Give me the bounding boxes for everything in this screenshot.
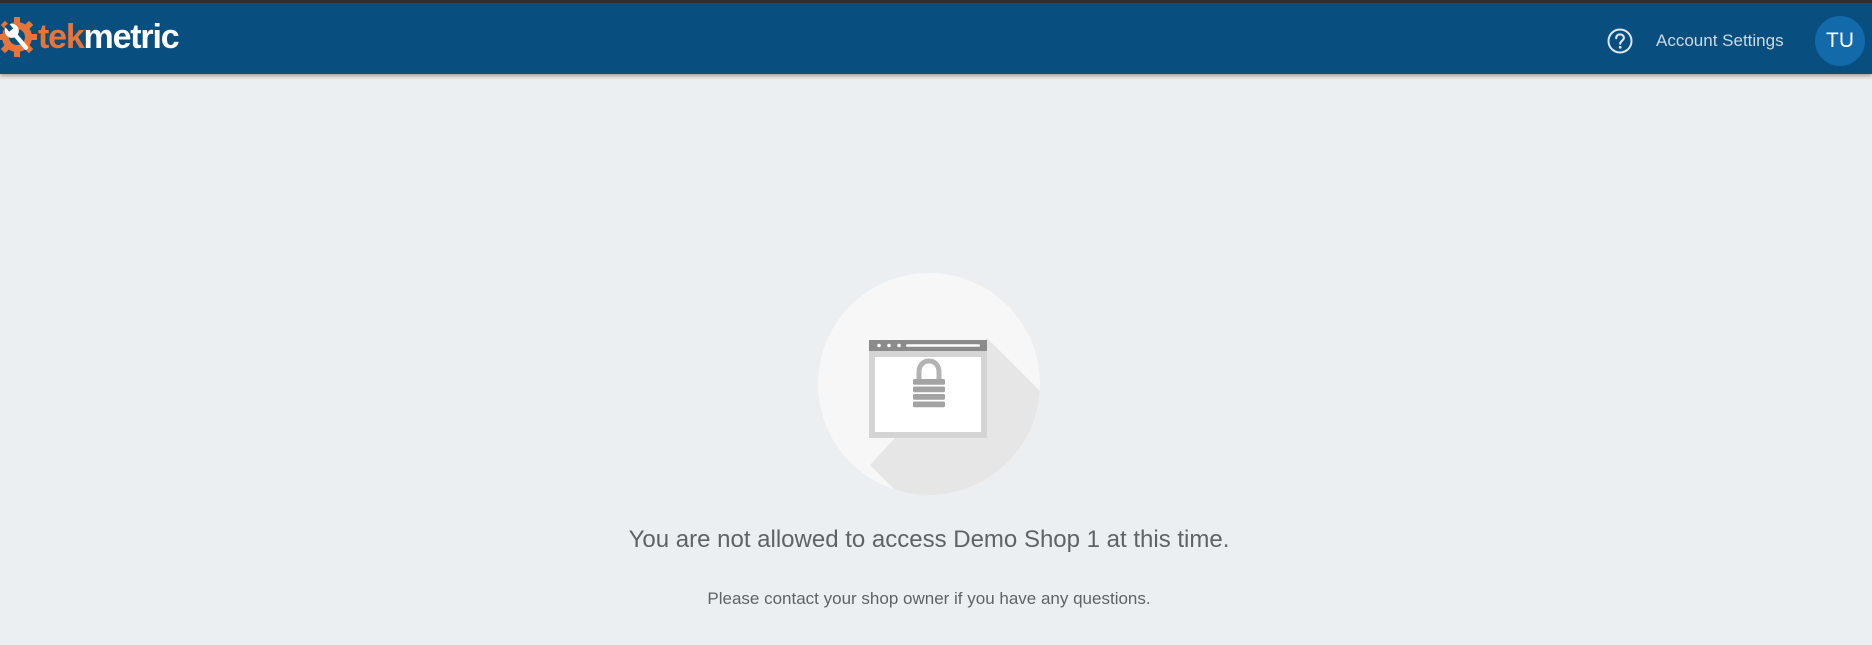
contact-owner-message: Please contact your shop owner if you ha… (707, 589, 1151, 608)
top-navigation-bar: tekmetric Account Settings TU (0, 0, 1872, 74)
tekmetric-logo[interactable]: tekmetric (0, 15, 180, 59)
locked-browser-illustration (818, 273, 1040, 495)
logo-text-tek: tek (38, 18, 85, 56)
logo-text-metric: metric (83, 18, 180, 56)
gear-wrench-icon (0, 17, 37, 57)
locked-browser-icon (818, 273, 1040, 495)
help-button[interactable] (1606, 27, 1634, 55)
access-denied-message: You are not allowed to access Demo Shop … (628, 526, 1230, 553)
question-circle-icon (1607, 28, 1633, 54)
account-settings-link[interactable]: Account Settings (1656, 28, 1784, 54)
user-avatar[interactable]: TU (1815, 16, 1865, 66)
